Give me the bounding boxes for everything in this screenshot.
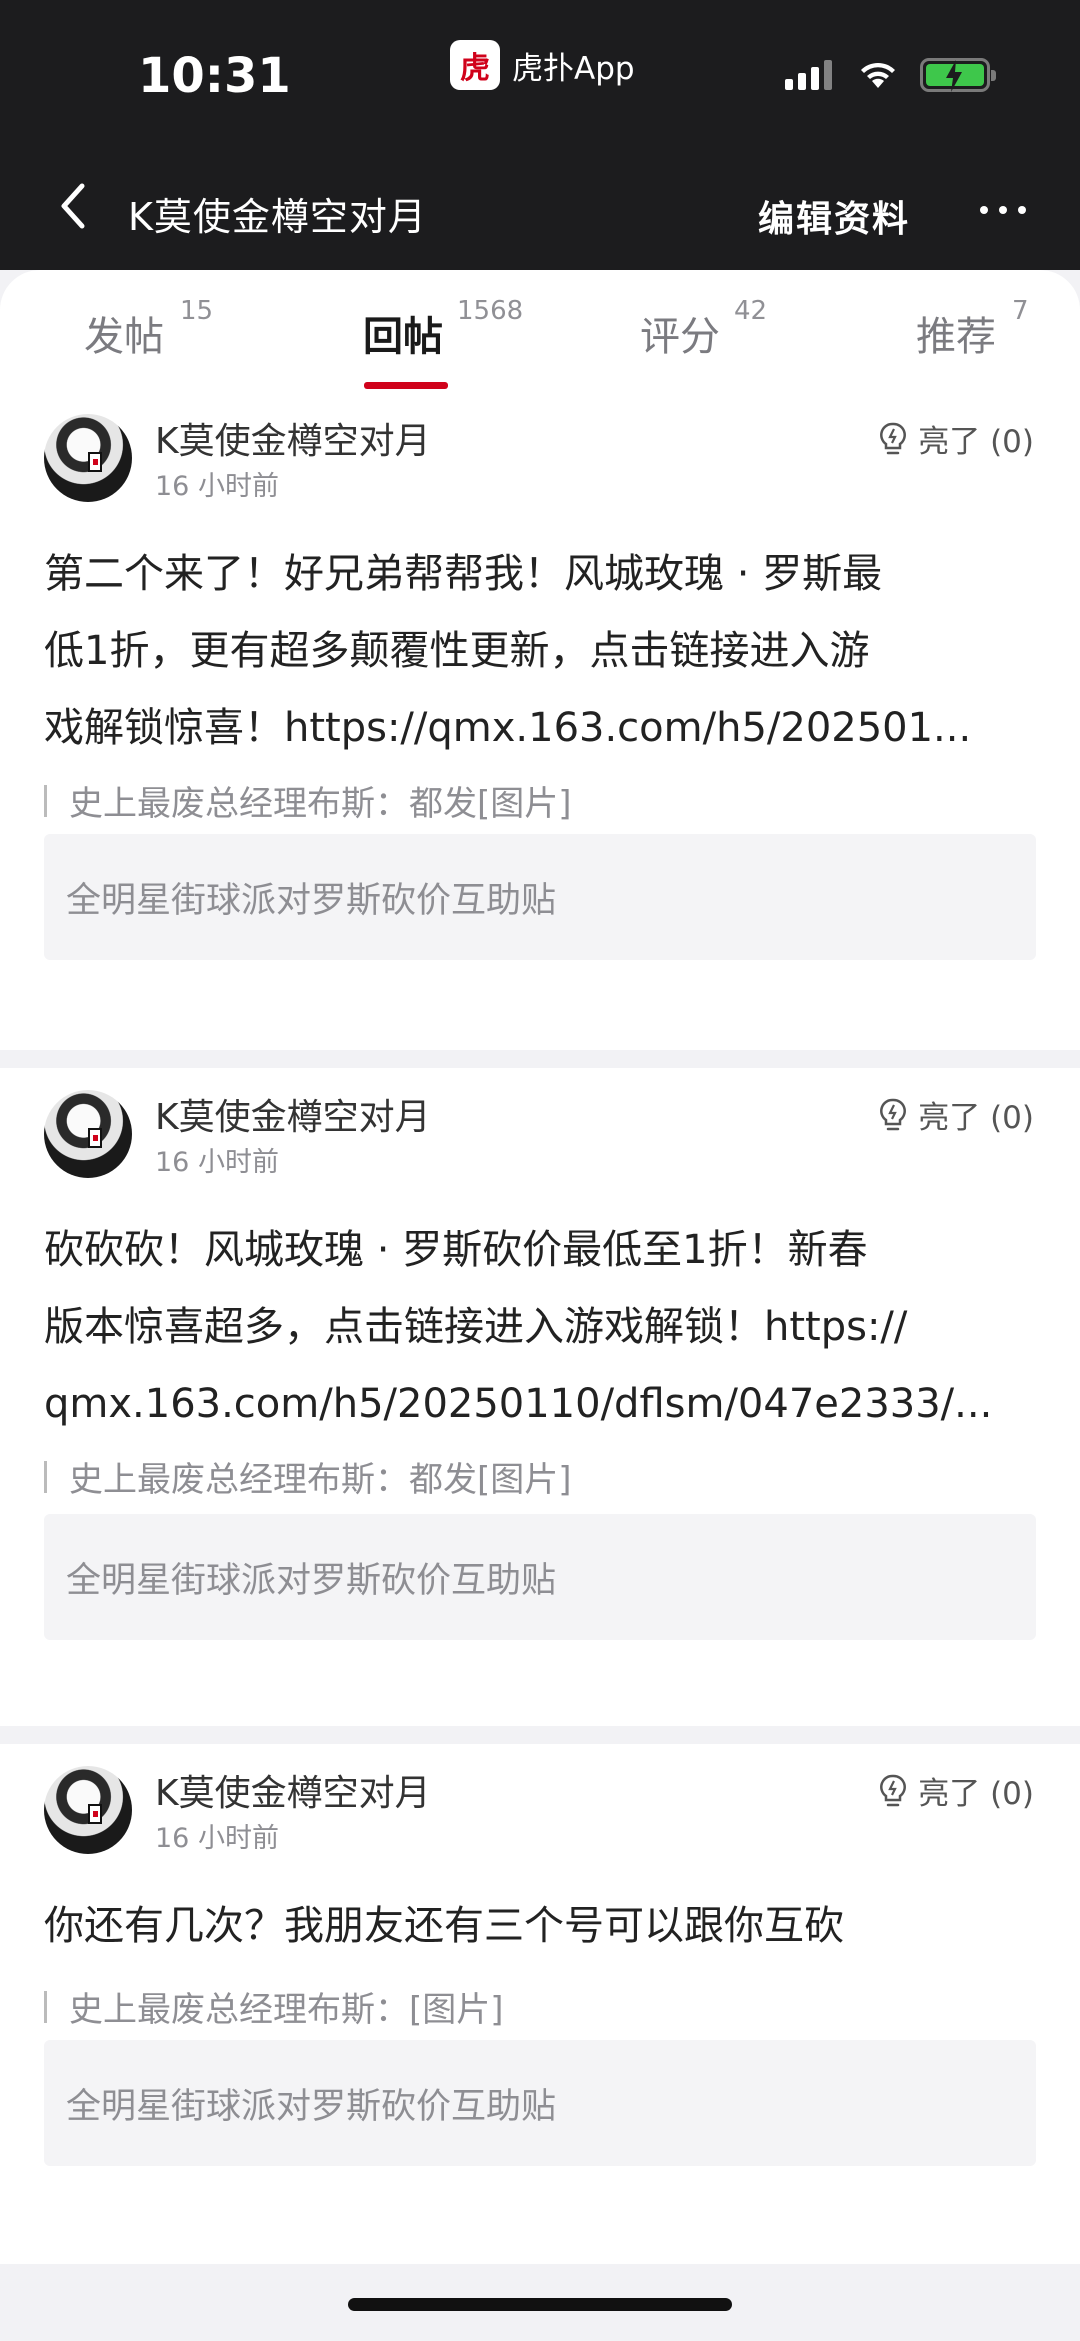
page-title: K莫使金樽空对月	[128, 195, 427, 239]
chevron-left-icon[interactable]	[56, 180, 88, 232]
tab-replies-label: 回帖	[363, 314, 443, 360]
hupu-logo-icon: 虎	[450, 40, 500, 90]
post-time: 16 小时前	[155, 1147, 279, 1178]
active-tab-indicator	[364, 382, 448, 389]
content-line: 低1折，更有超多颠覆性更新，点击链接进入游	[44, 628, 870, 674]
lightbulb-icon	[880, 422, 907, 454]
charging-bolt-icon	[946, 60, 962, 92]
light-button[interactable]: 亮了 (0)	[878, 1092, 1034, 1137]
app-screen: 10:31 虎 虎扑App K莫使金樽空对月 编辑资料 发帖 15 回帖 156…	[0, 0, 1080, 2341]
avatar[interactable]	[44, 414, 132, 502]
lightbulb-icon	[880, 1098, 907, 1130]
topic-link[interactable]: 全明星街球派对罗斯砍价互助贴	[44, 1514, 1036, 1640]
quote-text: 史上最废总经理布斯：[图片]	[69, 1990, 504, 2030]
avatar[interactable]	[44, 1766, 132, 1854]
header-area: 10:31 虎 虎扑App K莫使金樽空对月 编辑资料	[0, 0, 1080, 270]
card-tail: 全明星街球派对罗斯砍价互助贴	[0, 1514, 1080, 1726]
content-line: qmx.163.com/h5/20250110/dflsm/047e2333/.…	[44, 1381, 993, 1427]
post-time: 16 小时前	[155, 471, 279, 502]
battery-cap	[991, 70, 996, 81]
light-count: 亮了 (0)	[918, 1776, 1034, 1812]
post-time: 16 小时前	[155, 1823, 279, 1854]
status-icons	[785, 58, 996, 92]
username[interactable]: K莫使金樽空对月	[155, 1764, 431, 1816]
content-line: 戏解锁惊喜！https://qmx.163.com/h5/202501...	[44, 705, 972, 751]
quote-bar	[44, 1460, 47, 1493]
quote-text: 史上最废总经理布斯：都发[图片]	[69, 1460, 572, 1500]
lightbulb-icon	[880, 1774, 907, 1806]
username[interactable]: K莫使金樽空对月	[155, 1088, 431, 1140]
topic-title: 全明星街球派对罗斯砍价互助贴	[66, 1560, 557, 1601]
avatar[interactable]	[44, 1090, 132, 1178]
tab-recommend-count: 7	[1012, 296, 1029, 326]
avatar-art	[88, 452, 102, 472]
light-button[interactable]: 亮了 (0)	[878, 416, 1034, 461]
tab-posts-count: 15	[180, 296, 214, 326]
content-line: 你还有几次？我朋友还有三个号可以跟你互砍	[44, 1903, 844, 1949]
content-line: 第二个来了！好兄弟帮帮我！风城玫瑰 · 罗斯最	[44, 551, 883, 597]
more-dots-icon[interactable]	[980, 206, 1026, 214]
light-count: 亮了 (0)	[918, 1100, 1034, 1136]
reply-content: 你还有几次？我朋友还有三个号可以跟你互砍	[44, 1888, 1036, 1965]
reply-content: 第二个来了！好兄弟帮帮我！风城玫瑰 · 罗斯最 低1折，更有超多颠覆性更新，点击…	[44, 536, 1036, 767]
source-app-badge[interactable]: 虎 虎扑App	[450, 40, 635, 90]
light-count: 亮了 (0)	[918, 424, 1034, 460]
wifi-icon	[861, 62, 895, 88]
content-sheet: 发帖 15 回帖 1568 评分 42 推荐 7 K莫使金樽空对月 16 小时前	[0, 270, 1080, 2341]
light-button[interactable]: 亮了 (0)	[878, 1768, 1034, 1813]
source-app-name: 虎扑App	[512, 50, 635, 87]
topic-link[interactable]: 全明星街球派对罗斯砍价互助贴	[44, 834, 1036, 960]
tab-recommend-label: 推荐	[916, 314, 996, 360]
topic-title: 全明星街球派对罗斯砍价互助贴	[66, 880, 557, 921]
tab-replies-count: 1568	[457, 296, 524, 326]
edit-profile-button[interactable]: 编辑资料	[758, 190, 910, 242]
topic-title: 全明星街球派对罗斯砍价互助贴	[66, 2086, 557, 2127]
quoted-reply[interactable]: 史上最废总经理布斯：都发[图片]	[44, 776, 572, 825]
quote-bar	[44, 784, 47, 817]
tab-ratings[interactable]: 评分 42	[640, 296, 767, 362]
tab-replies[interactable]: 回帖 1568	[363, 296, 523, 362]
reply-card[interactable]: K莫使金樽空对月 16 小时前 亮了 (0) 第二个来了！好兄弟帮帮我！风城玫瑰…	[0, 392, 1080, 1050]
avatar-art	[88, 1804, 102, 1824]
reply-card[interactable]: K莫使金樽空对月 16 小时前 亮了 (0) 你还有几次？我朋友还有三个号可以跟…	[0, 1744, 1080, 2264]
tab-recommend[interactable]: 推荐 7	[916, 296, 1029, 362]
status-time: 10:31	[138, 48, 291, 104]
content-line: 砍砍砍！风城玫瑰 · 罗斯砍价最低至1折！新春	[44, 1227, 868, 1273]
tab-posts-label: 发帖	[84, 314, 164, 360]
card-divider	[0, 1726, 1080, 1744]
quoted-reply[interactable]: 史上最废总经理布斯：[图片]	[44, 1982, 504, 2031]
topic-link[interactable]: 全明星街球派对罗斯砍价互助贴	[44, 2040, 1036, 2166]
quote-text: 史上最废总经理布斯：都发[图片]	[69, 784, 572, 824]
content-line: 版本惊喜超多，点击链接进入游戏解锁！https://	[44, 1304, 908, 1350]
tab-bar: 发帖 15 回帖 1568 评分 42 推荐 7	[0, 270, 1080, 392]
quoted-reply[interactable]: 史上最废总经理布斯：都发[图片]	[44, 1452, 572, 1501]
card-divider	[0, 1050, 1080, 1068]
tab-ratings-label: 评分	[640, 314, 720, 360]
reply-card[interactable]: K莫使金樽空对月 16 小时前 亮了 (0) 砍砍砍！风城玫瑰 · 罗斯砍价最低…	[0, 1068, 1080, 1522]
cellular-signal-icon	[785, 60, 832, 90]
tab-posts[interactable]: 发帖 15	[84, 296, 213, 362]
battery-icon	[920, 58, 996, 92]
home-indicator[interactable]	[348, 2298, 732, 2311]
tab-ratings-count: 42	[734, 296, 768, 326]
reply-content: 砍砍砍！风城玫瑰 · 罗斯砍价最低至1折！新春 版本惊喜超多，点击链接进入游戏解…	[44, 1212, 1036, 1443]
username[interactable]: K莫使金樽空对月	[155, 412, 431, 464]
quote-bar	[44, 1990, 47, 2023]
avatar-art	[88, 1128, 102, 1148]
